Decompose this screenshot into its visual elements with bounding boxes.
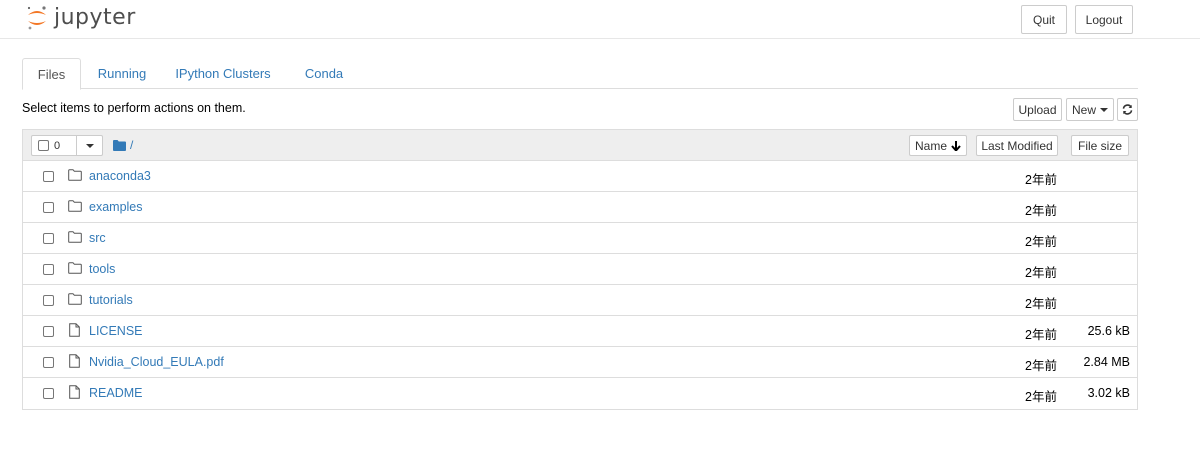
sort-by-file-size-button[interactable]: File size	[1071, 135, 1129, 156]
new-dropdown-button[interactable]: New	[1066, 98, 1114, 121]
tab-running[interactable]: Running	[88, 58, 156, 89]
folder-icon[interactable]	[113, 139, 126, 151]
item-name-link[interactable]: src	[89, 231, 106, 245]
item-name-link[interactable]: examples	[89, 200, 143, 214]
item-checkbox[interactable]	[43, 202, 54, 213]
item-file-size: 2.84 MB	[1083, 355, 1130, 369]
folder-icon	[68, 293, 82, 308]
breadcrumb-root[interactable]: /	[130, 138, 133, 152]
item-name-link[interactable]: tutorials	[89, 293, 133, 307]
tab-bar: Files Running IPython Clusters Conda	[22, 58, 1138, 90]
item-last-modified: 2年前	[1025, 204, 1057, 218]
select-all-checkbox[interactable]: 0	[31, 135, 77, 156]
quit-button[interactable]: Quit	[1021, 5, 1067, 34]
file-icon	[69, 354, 80, 371]
item-checkbox[interactable]	[43, 171, 54, 182]
item-checkbox[interactable]	[43, 326, 54, 337]
new-label: New	[1071, 102, 1096, 117]
item-name-link[interactable]: LICENSE	[89, 324, 143, 338]
item-file-size: 25.6 kB	[1087, 324, 1130, 338]
select-instructions: Select items to perform actions on them.	[22, 101, 246, 115]
sort-name-label: Name	[914, 138, 947, 153]
file-list: 0 / Name Last Modified File size anacond…	[22, 129, 1138, 410]
item-name-link[interactable]: tools	[89, 262, 115, 276]
list-item[interactable]: tools 2年前	[23, 254, 1137, 285]
folder-icon	[68, 262, 82, 277]
item-name-link[interactable]: README	[89, 386, 142, 400]
refresh-icon	[1122, 104, 1133, 115]
tab-conda[interactable]: Conda	[292, 58, 356, 89]
item-name-link[interactable]: Nvidia_Cloud_EULA.pdf	[89, 355, 224, 369]
item-last-modified: 2年前	[1025, 235, 1057, 249]
item-checkbox[interactable]	[43, 295, 54, 306]
file-icon	[69, 323, 80, 340]
caret-down-icon	[1100, 107, 1108, 112]
item-checkbox[interactable]	[43, 264, 54, 275]
file-list-header: 0 / Name Last Modified File size	[23, 130, 1137, 161]
refresh-button[interactable]	[1117, 98, 1138, 121]
upload-button[interactable]: Upload	[1013, 98, 1062, 121]
arrow-down-icon	[951, 140, 961, 151]
selected-count: 0	[54, 139, 61, 152]
breadcrumb: /	[113, 138, 133, 152]
caret-down-icon	[85, 143, 94, 148]
select-group: 0	[31, 135, 103, 156]
jupyter-logo[interactable]: jupyter	[26, 4, 136, 32]
checkbox-icon	[38, 140, 49, 151]
sort-by-name-button[interactable]: Name	[909, 135, 967, 156]
folder-icon	[68, 231, 82, 246]
item-last-modified: 2年前	[1025, 359, 1057, 373]
item-last-modified: 2年前	[1025, 266, 1057, 280]
logout-button[interactable]: Logout	[1075, 5, 1133, 34]
file-icon	[69, 385, 80, 402]
list-item[interactable]: src 2年前	[23, 223, 1137, 254]
select-dropdown-button[interactable]	[77, 135, 103, 156]
list-item[interactable]: Nvidia_Cloud_EULA.pdf 2年前 2.84 MB	[23, 347, 1137, 378]
jupyter-logo-icon	[27, 6, 46, 30]
folder-icon	[68, 169, 82, 184]
item-last-modified: 2年前	[1025, 173, 1057, 187]
item-checkbox[interactable]	[43, 388, 54, 399]
item-name-link[interactable]: anaconda3	[89, 169, 151, 183]
item-file-size: 3.02 kB	[1087, 386, 1130, 400]
item-last-modified: 2年前	[1025, 328, 1057, 342]
list-item[interactable]: examples 2年前	[23, 192, 1137, 223]
file-rows: anaconda3 2年前 examples 2年前 src 2年前 tools…	[23, 161, 1137, 409]
item-checkbox[interactable]	[43, 233, 54, 244]
item-last-modified: 2年前	[1025, 297, 1057, 311]
list-item[interactable]: anaconda3 2年前	[23, 161, 1137, 192]
tab-files[interactable]: Files	[22, 58, 81, 90]
list-item[interactable]: tutorials 2年前	[23, 285, 1137, 316]
sort-by-last-modified-button[interactable]: Last Modified	[976, 135, 1058, 156]
folder-icon	[68, 200, 82, 215]
tab-ipython-clusters[interactable]: IPython Clusters	[167, 58, 279, 89]
item-checkbox[interactable]	[43, 357, 54, 368]
list-item[interactable]: README 2年前 3.02 kB	[23, 378, 1137, 409]
item-last-modified: 2年前	[1025, 390, 1057, 404]
top-header: jupyter Quit Logout	[0, 0, 1200, 39]
logo-text: jupyter	[54, 5, 136, 30]
list-item[interactable]: LICENSE 2年前 25.6 kB	[23, 316, 1137, 347]
